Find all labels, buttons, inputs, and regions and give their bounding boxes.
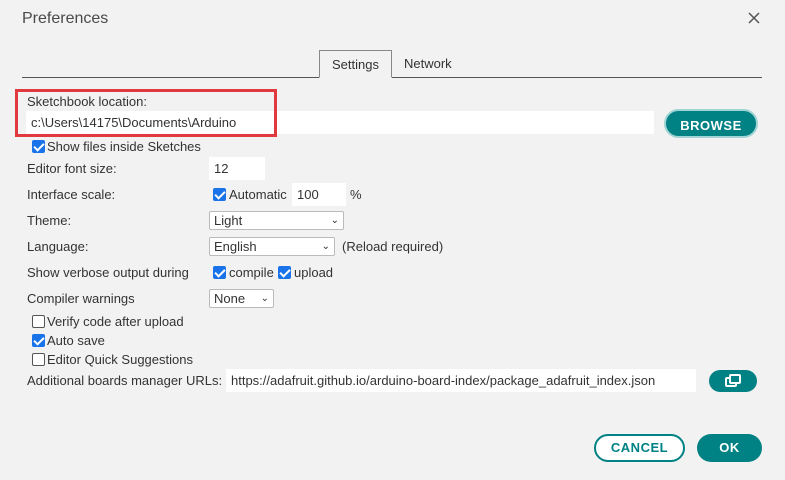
language-selected-value: English [214, 239, 257, 254]
automatic-label: Automatic [229, 187, 287, 202]
compiler-warnings-select[interactable]: None ⌄ [209, 289, 274, 308]
quick-suggestions-label: Editor Quick Suggestions [47, 352, 193, 367]
tab-settings[interactable]: Settings [319, 50, 392, 78]
theme-label: Theme: [27, 213, 72, 228]
upload-checkbox[interactable] [278, 266, 291, 279]
chevron-down-icon: ⌄ [330, 215, 339, 226]
auto-save-label: Auto save [47, 333, 105, 348]
close-icon[interactable] [745, 9, 763, 27]
verbose-output-label: Show verbose output during [27, 265, 189, 280]
tab-network[interactable]: Network [392, 50, 464, 78]
verify-code-label: Verify code after upload [47, 314, 184, 329]
language-select[interactable]: English ⌄ [209, 237, 335, 256]
dialog-title: Preferences [22, 10, 109, 27]
boards-urls-input[interactable]: https://adafruit.github.io/arduino-board… [226, 369, 696, 392]
interface-scale-input[interactable]: 100 [292, 183, 346, 206]
boards-urls-label: Additional boards manager URLs: [27, 373, 223, 388]
window-edit-icon [725, 374, 741, 387]
cancel-button[interactable]: CANCEL [594, 434, 685, 462]
chevron-down-icon: ⌄ [260, 293, 269, 304]
show-files-checkbox[interactable] [32, 140, 45, 153]
open-urls-editor-button[interactable] [709, 370, 757, 392]
automatic-checkbox[interactable] [213, 188, 226, 201]
auto-save-checkbox[interactable] [32, 334, 45, 347]
upload-label: upload [294, 265, 334, 280]
compile-label: compile [229, 265, 274, 280]
interface-scale-label: Interface scale: [27, 187, 116, 202]
theme-select[interactable]: Light ⌄ [209, 211, 344, 230]
compiler-warnings-selected-value: None [214, 291, 246, 306]
show-files-label: Show files inside Sketches [47, 139, 201, 154]
verify-code-checkbox[interactable] [32, 315, 45, 328]
sketchbook-location-label: Sketchbook location: [27, 94, 147, 109]
theme-selected-value: Light [214, 213, 243, 228]
chevron-down-icon: ⌄ [321, 241, 330, 252]
percent-unit: % [350, 187, 362, 202]
browse-button[interactable]: BROWSE [664, 109, 758, 138]
editor-font-size-input[interactable]: 12 [209, 157, 265, 180]
reload-required-note: (Reload required) [342, 239, 444, 254]
compiler-warnings-label: Compiler warnings [27, 291, 135, 306]
quick-suggestions-checkbox[interactable] [32, 353, 45, 366]
language-label: Language: [27, 239, 89, 254]
editor-font-size-label: Editor font size: [27, 161, 117, 176]
ok-button[interactable]: OK [697, 434, 762, 462]
sketchbook-location-input[interactable]: c:\Users\14175\Documents\Arduino [26, 111, 654, 134]
compile-checkbox[interactable] [213, 266, 226, 279]
